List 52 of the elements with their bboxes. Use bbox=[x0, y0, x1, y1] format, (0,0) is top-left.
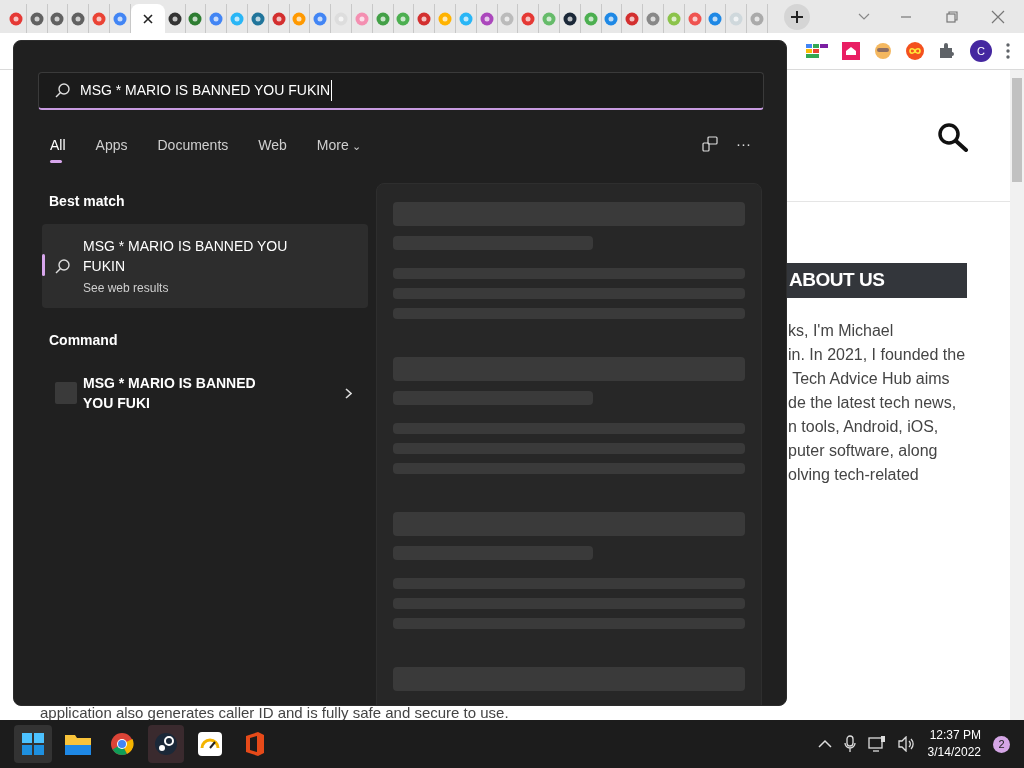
close-icon[interactable] bbox=[142, 13, 153, 24]
filter-tab[interactable]: More ⌄ bbox=[304, 135, 373, 169]
profile-avatar[interactable]: C bbox=[970, 40, 992, 62]
scrollbar-thumb[interactable] bbox=[1012, 78, 1022, 182]
paragraph-line: n tools, Android, iOS, bbox=[788, 417, 940, 437]
filter-tab[interactable]: All bbox=[38, 135, 78, 169]
home-icon[interactable] bbox=[842, 42, 860, 60]
volume-icon[interactable] bbox=[897, 736, 916, 752]
menu-icon[interactable] bbox=[1006, 43, 1010, 59]
dropdown-icon[interactable] bbox=[858, 12, 870, 21]
chevron-up-icon[interactable] bbox=[817, 739, 832, 749]
puzzle-icon[interactable] bbox=[938, 42, 956, 60]
paragraph-line: olving tech-related bbox=[788, 465, 920, 485]
paragraph-text: application also generates caller ID and is fully safe and secure to use. bbox=[40, 706, 509, 720]
microphone-icon[interactable] bbox=[843, 735, 856, 753]
search-icon bbox=[55, 83, 70, 98]
start-button[interactable] bbox=[14, 725, 52, 763]
paragraph-line: puter software, along bbox=[788, 441, 939, 461]
game-app-icon[interactable] bbox=[148, 725, 184, 763]
face-icon[interactable] bbox=[874, 42, 892, 60]
result-item[interactable]: MSG * MARIO IS BANNED YOU FUKIN See web results bbox=[42, 224, 368, 308]
filter-tab[interactable]: Web bbox=[246, 135, 299, 169]
plus-icon bbox=[789, 10, 804, 24]
paragraph-line: ks, I'm Michael bbox=[788, 321, 895, 341]
section-title: Best match bbox=[49, 192, 125, 211]
extension-icon[interactable] bbox=[806, 44, 828, 58]
command-icon bbox=[55, 382, 77, 404]
windows-icon bbox=[21, 732, 45, 756]
search-icon[interactable] bbox=[937, 122, 969, 152]
result-title: MSG * MARIO IS BANNED YOU FUKI bbox=[83, 374, 257, 413]
result-subtitle: See web results bbox=[83, 279, 169, 297]
network-icon[interactable] bbox=[867, 736, 886, 752]
paragraph-line: de the latest tech news, bbox=[788, 393, 958, 413]
notification-badge[interactable]: 2 bbox=[993, 735, 1010, 753]
filter-tab[interactable]: Apps bbox=[83, 135, 140, 169]
filter-tab[interactable]: Documents bbox=[145, 135, 241, 169]
new-tab-button[interactable] bbox=[783, 4, 810, 30]
result-title: MSG * MARIO IS BANNED YOU FUKIN bbox=[83, 236, 289, 276]
infinity-icon[interactable] bbox=[906, 42, 924, 60]
clock-time[interactable]: 12:37 PM bbox=[929, 727, 981, 744]
paragraph-line: in. In 2021, I founded the bbox=[788, 345, 966, 365]
favicon-icon[interactable] bbox=[167, 11, 182, 26]
result-item[interactable]: MSG * MARIO IS BANNED YOU FUKI bbox=[42, 363, 368, 423]
section-title: Command bbox=[49, 331, 118, 350]
more-options-button[interactable]: ··· bbox=[732, 133, 755, 156]
device-icon[interactable] bbox=[701, 135, 719, 153]
clock-date[interactable]: 3/14/2022 bbox=[927, 744, 981, 761]
favicon-icon[interactable] bbox=[562, 11, 577, 26]
search-field[interactable]: MSG * MARIO IS BANNED YOU FUKIN bbox=[38, 72, 764, 110]
paragraph-line: Tech Advice Hub aims bbox=[791, 369, 951, 389]
chevron-right-icon[interactable] bbox=[345, 387, 352, 399]
search-icon bbox=[55, 258, 70, 274]
